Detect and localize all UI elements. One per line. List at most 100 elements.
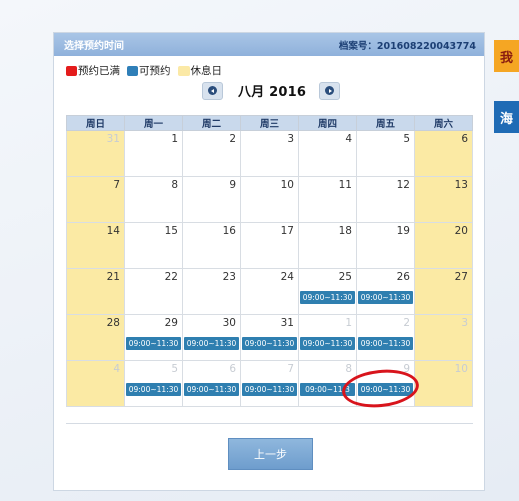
time-slot-button[interactable]: 09:00~11:30 xyxy=(300,291,355,304)
calendar-day-cell[interactable]: 21 xyxy=(66,268,125,315)
calendar-day-cell[interactable]: 5 09:00~11:30 xyxy=(124,360,183,407)
weekday-header: 周一 xyxy=(124,115,183,131)
calendar-day-cell[interactable]: 30 09:00~11:30 xyxy=(182,314,241,361)
calendar-day-cell[interactable]: 11 xyxy=(298,176,357,223)
day-number: 25 xyxy=(338,271,352,283)
calendar-week-row: 14 15 16 17 18 19 20 xyxy=(66,222,473,269)
calendar-day-cell[interactable]: 2 xyxy=(182,130,241,177)
day-number: 18 xyxy=(338,225,352,237)
rest-swatch-icon xyxy=(177,65,190,76)
calendar-week-row: 7 8 9 10 11 12 13 xyxy=(66,176,473,223)
calendar-day-cell[interactable]: 3 xyxy=(414,314,473,361)
day-number: 6 xyxy=(229,363,236,375)
side-tab-bottom[interactable]: 海 xyxy=(494,101,519,133)
calendar-day-cell[interactable]: 31 09:00~11:30 xyxy=(240,314,299,361)
calendar-day-cell[interactable]: 13 xyxy=(414,176,473,223)
weekday-header: 周二 xyxy=(182,115,241,131)
day-number: 13 xyxy=(454,179,468,191)
calendar-day-cell[interactable]: 1 09:00~11:30 xyxy=(298,314,357,361)
month-title: 八月 2016 xyxy=(238,85,307,100)
day-number: 11 xyxy=(338,179,352,191)
day-number: 17 xyxy=(280,225,294,237)
calendar-day-cell[interactable]: 5 xyxy=(356,130,415,177)
calendar-day-cell[interactable]: 12 xyxy=(356,176,415,223)
day-number: 24 xyxy=(280,271,294,283)
day-number: 31 xyxy=(280,317,294,329)
time-slot-button[interactable]: 09:00~11:30 xyxy=(358,337,413,350)
prev-month-button[interactable] xyxy=(202,81,223,100)
day-number: 4 xyxy=(113,363,120,375)
calendar-day-cell[interactable]: 28 xyxy=(66,314,125,361)
weekday-header: 周三 xyxy=(240,115,299,131)
day-number: 6 xyxy=(461,133,468,145)
day-number: 9 xyxy=(229,179,236,191)
day-number: 31 xyxy=(106,133,120,145)
day-number: 1 xyxy=(345,317,352,329)
next-month-button[interactable] xyxy=(319,81,341,100)
day-number: 23 xyxy=(222,271,236,283)
calendar-day-cell[interactable]: 4 xyxy=(298,130,357,177)
calendar-week-row: 21 22 23 24 25 09:00~11:30 26 09:00~11:30 27 xyxy=(66,268,473,315)
calendar-day-cell[interactable]: 7 09:00~11:30 xyxy=(240,360,299,407)
side-tab-top[interactable]: 我 xyxy=(494,40,519,72)
calendar-day-cell[interactable]: 3 xyxy=(240,130,299,177)
calendar-day-cell[interactable]: 29 09:00~11:30 xyxy=(124,314,183,361)
time-slot-button[interactable]: 09:00~11:30 xyxy=(242,337,297,350)
day-number: 26 xyxy=(396,271,410,283)
calendar-day-cell[interactable]: 14 xyxy=(66,222,125,269)
day-number: 22 xyxy=(164,271,178,283)
calendar-day-cell[interactable]: 27 xyxy=(414,268,473,315)
calendar-day-cell[interactable]: 23 xyxy=(182,268,241,315)
calendar-week-row: 28 29 09:00~11:30 30 09:00~11:30 31 09:00~11:3… xyxy=(66,314,473,361)
day-number: 27 xyxy=(454,271,468,283)
calendar-day-cell[interactable]: 22 xyxy=(124,268,183,315)
previous-step-button[interactable]: 上一步 xyxy=(228,438,313,470)
chevron-left-icon xyxy=(208,86,217,95)
calendar-grid: 周日 周一 周二 周三 周四 周五 周六 31 1 2 3 4 5 6 7 8 9 10 11 12 13… xyxy=(66,115,473,407)
calendar-day-cell[interactable]: 31 xyxy=(66,130,125,177)
calendar-day-cell[interactable]: 2 09:00~11:30 xyxy=(356,314,415,361)
time-slot-button[interactable]: 09:00~11:30 xyxy=(358,291,413,304)
calendar-day-cell[interactable]: 15 xyxy=(124,222,183,269)
available-swatch-icon xyxy=(127,65,138,76)
case-number: 档案号：201608220043774 xyxy=(338,40,476,52)
calendar-day-cell[interactable]: 4 xyxy=(66,360,125,407)
time-slot-button[interactable]: 09:00~11:30 xyxy=(184,383,239,396)
calendar-day-cell[interactable]: 16 xyxy=(182,222,241,269)
calendar-day-cell[interactable]: 6 09:00~11:30 xyxy=(182,360,241,407)
calendar-day-cell[interactable]: 25 09:00~11:30 xyxy=(298,268,357,315)
day-number: 28 xyxy=(106,317,120,329)
legend-full-label: 预约已满 xyxy=(78,65,120,77)
calendar-week-row: 31 1 2 3 4 5 6 xyxy=(66,130,473,177)
calendar-day-cell[interactable]: 8 xyxy=(124,176,183,223)
time-slot-button[interactable]: 09:00~11:30 xyxy=(184,337,239,350)
calendar-day-cell[interactable]: 26 09:00~11:30 xyxy=(356,268,415,315)
day-number: 3 xyxy=(461,317,468,329)
divider xyxy=(66,423,473,424)
time-slot-button[interactable]: 09:00~11:30 xyxy=(300,337,355,350)
calendar-day-cell[interactable]: 19 xyxy=(356,222,415,269)
calendar-day-cell[interactable]: 9 xyxy=(182,176,241,223)
calendar-day-cell[interactable]: 17 xyxy=(240,222,299,269)
day-number: 10 xyxy=(454,363,468,375)
month-navigation: 八月 2016 xyxy=(202,81,341,100)
calendar-day-cell[interactable]: 20 xyxy=(414,222,473,269)
calendar-day-cell[interactable]: 18 xyxy=(298,222,357,269)
legend-rest-label: 休息日 xyxy=(190,65,223,77)
day-number: 2 xyxy=(403,317,410,329)
panel-title: 选择预约时间 xyxy=(64,41,124,52)
calendar-day-cell[interactable]: 1 xyxy=(124,130,183,177)
calendar-day-cell[interactable]: 10 xyxy=(240,176,299,223)
weekday-header: 周六 xyxy=(414,115,473,131)
calendar-day-cell[interactable]: 6 xyxy=(414,130,473,177)
day-number: 5 xyxy=(403,133,410,145)
time-slot-button[interactable]: 09:00~11:30 xyxy=(242,383,297,396)
day-number: 20 xyxy=(454,225,468,237)
day-number: 8 xyxy=(171,179,178,191)
calendar-day-cell[interactable]: 24 xyxy=(240,268,299,315)
calendar-day-cell[interactable]: 10 xyxy=(414,360,473,407)
time-slot-button[interactable]: 09:00~11:30 xyxy=(126,383,181,396)
calendar-day-cell[interactable]: 7 xyxy=(66,176,125,223)
time-slot-button[interactable]: 09:00~11:30 xyxy=(126,337,181,350)
day-number: 29 xyxy=(164,317,178,329)
